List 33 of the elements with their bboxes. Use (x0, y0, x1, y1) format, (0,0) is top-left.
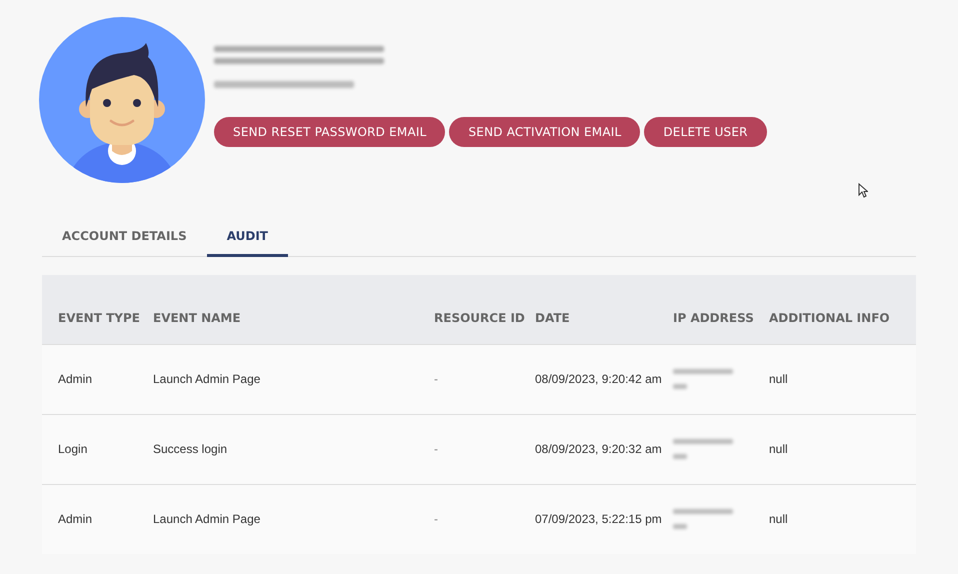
table-cell-text: 07/09/2023, 5:22:15 pm (535, 511, 662, 528)
redacted-text (673, 369, 733, 374)
redacted-text (673, 509, 733, 514)
tab[interactable]: ACCOUNT DETAILS (42, 219, 207, 257)
table-cell: Launch Admin Page (153, 512, 260, 526)
column-header: IP ADDRESS (673, 310, 754, 326)
table-cell: Admin (58, 512, 92, 526)
table-cell: null (769, 512, 788, 526)
table-cell: Launch Admin Page (153, 372, 260, 386)
table-cell-text: 08/09/2023, 9:20:32 am (535, 441, 662, 458)
table-cell: null (769, 442, 788, 456)
table-cell-text: 08/09/2023, 9:20:42 am (535, 371, 662, 388)
action-button[interactable]: DELETE USER (644, 117, 767, 147)
column-header: EVENT NAME (153, 310, 241, 326)
action-button[interactable]: SEND RESET PASSWORD EMAIL (214, 117, 446, 147)
redacted-text (673, 524, 687, 530)
redacted-text (673, 439, 733, 444)
table-cell: null (769, 372, 788, 386)
action-button[interactable]: SEND ACTIVATION EMAIL (449, 117, 640, 147)
table-cell: Admin (58, 372, 92, 386)
column-header: ADDITIONAL INFO (769, 310, 890, 326)
column-header: DATE (535, 310, 570, 326)
mouse-pointer-icon (858, 183, 868, 198)
table-cell: Login (58, 442, 88, 456)
table-cell: - (434, 512, 438, 526)
redacted-text (673, 454, 687, 459)
redacted-text (673, 384, 687, 389)
table-cell: Success login (153, 442, 228, 456)
column-header: RESOURCE ID (434, 310, 525, 326)
table-cell: - (434, 372, 438, 386)
tab[interactable]: AUDIT (206, 219, 288, 257)
table-cell: - (434, 442, 438, 456)
column-header: EVENT TYPE (58, 310, 140, 326)
